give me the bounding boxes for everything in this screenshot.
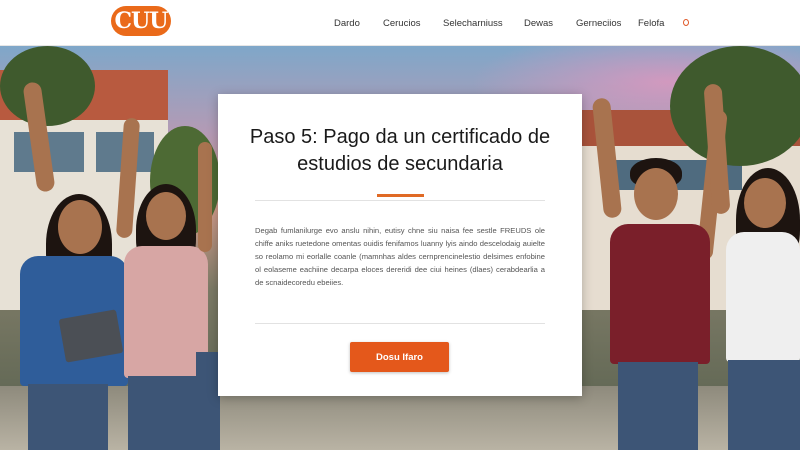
accent-bar bbox=[377, 194, 424, 197]
student-4 bbox=[590, 97, 728, 450]
nav-item-4[interactable]: Dewas bbox=[524, 18, 553, 29]
circle-icon[interactable] bbox=[683, 19, 689, 26]
nav-item-6[interactable]: Felofa bbox=[638, 18, 664, 29]
card-body-text: Degab fumlanilurge evo anslu nihin, euti… bbox=[255, 226, 545, 287]
cta-button[interactable]: Dosu Ifaro bbox=[350, 342, 449, 372]
body-divider bbox=[255, 323, 545, 324]
nav-item-5[interactable]: Gerneciios bbox=[576, 18, 621, 29]
brand-logo[interactable]: CUU bbox=[111, 6, 171, 36]
card-title: Paso 5: Pago da un certificado de estudi… bbox=[249, 126, 551, 175]
nav-item-3[interactable]: Selecharniuss bbox=[443, 18, 503, 29]
title-divider bbox=[255, 200, 545, 201]
top-navbar: CUU Dardo Cerucios Selecharniuss Dewas G… bbox=[0, 0, 800, 46]
nav-item-1[interactable]: Dardo bbox=[334, 18, 360, 29]
student-5 bbox=[703, 83, 800, 450]
hero-background-image: Paso 5: Pago da un certificado de estudi… bbox=[0, 46, 800, 450]
nav-item-2[interactable]: Cerucios bbox=[383, 18, 421, 29]
step-card: Paso 5: Pago da un certificado de estudi… bbox=[218, 94, 582, 396]
